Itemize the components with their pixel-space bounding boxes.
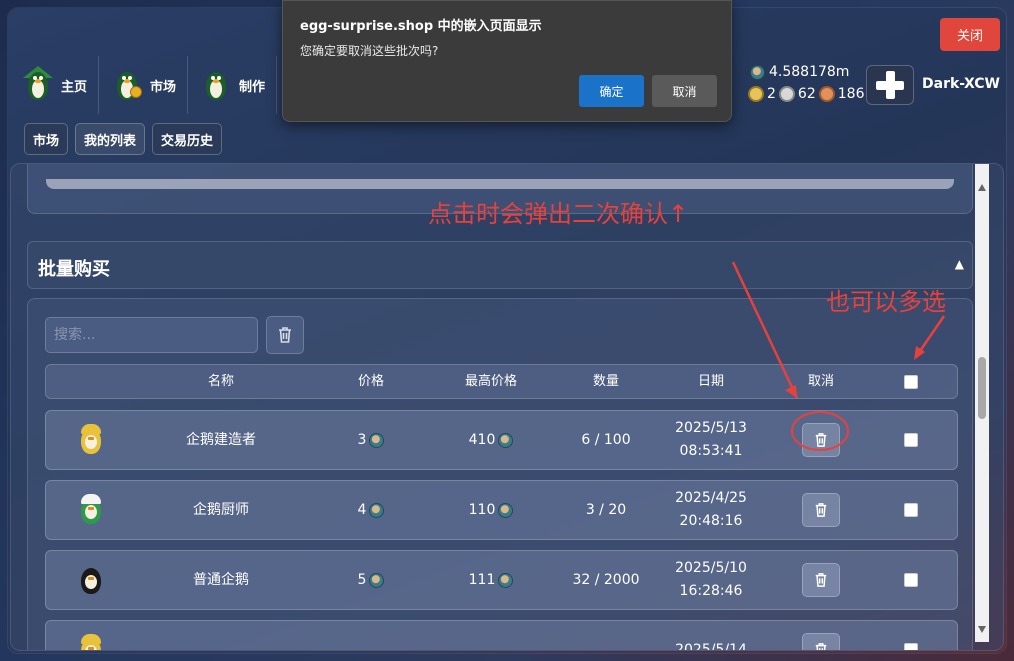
dialog-ok-button[interactable]: 确定 (579, 75, 644, 107)
dialog-title: egg-surprise.shop 中的嵌入页面显示 (300, 19, 542, 34)
confirm-dialog: egg-surprise.shop 中的嵌入页面显示 您确定要取消这些批次吗? … (282, 0, 732, 122)
dialog-cancel-button[interactable]: 取消 (652, 75, 717, 107)
dialog-message: 您确定要取消这些批次吗? (300, 44, 439, 58)
highlight-circle (791, 411, 849, 451)
